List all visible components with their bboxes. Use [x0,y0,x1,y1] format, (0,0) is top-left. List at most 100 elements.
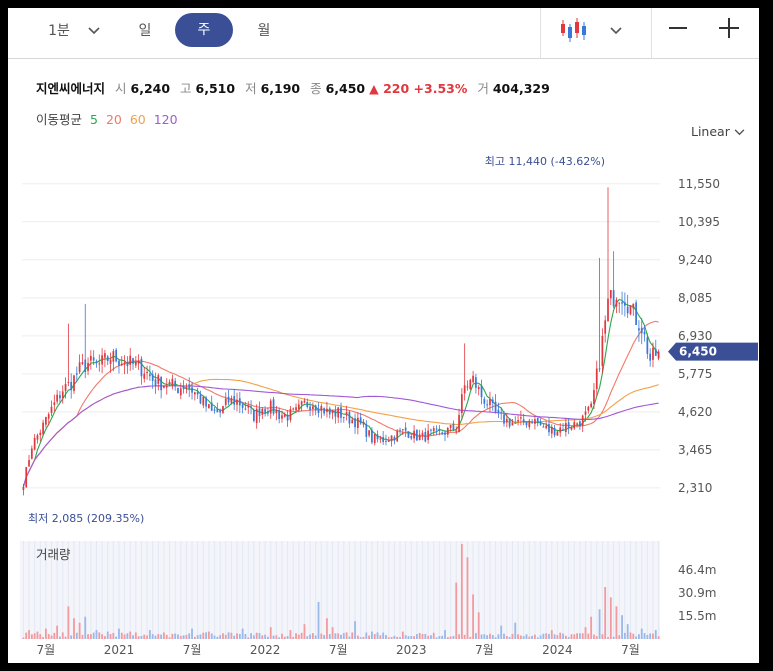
candle-body [427,430,429,440]
annotations: 최고 11,440 (-43.62%) 최저 2,085 (209.35%) [28,155,605,525]
volume-bar [623,632,626,639]
candle-body [283,414,286,417]
candle-body [528,420,531,428]
volume-bar [165,634,168,639]
volume-bar [238,633,241,639]
candle-body [289,409,292,421]
candle-body [303,400,306,403]
candle-body [438,428,441,431]
candle-body [112,351,115,362]
candle-body [587,406,590,411]
candle-body [654,348,657,356]
candle-body [584,411,587,415]
candle-body [87,362,89,371]
candle-body [491,399,494,403]
volume-bar [73,618,75,639]
candle-body [151,374,154,381]
volume-bar [269,627,272,639]
volume-bar [261,635,264,639]
candle-body [553,427,556,436]
volume-bar [230,632,233,639]
volume-bar [205,632,207,639]
volume-bar [340,634,342,639]
volume-bar [109,633,112,639]
candle-body [458,414,460,433]
volume-bar [491,635,494,639]
volume-bar [407,636,410,639]
volume-bar [536,637,539,639]
candle-body [89,355,92,361]
candle-body [182,386,185,390]
candle-body [362,422,365,425]
volume-bar [348,636,351,639]
volume-bar [87,634,89,639]
candle-body [359,417,362,424]
candle-body [30,448,33,459]
candle-body [208,404,210,409]
volume-bar [210,633,213,639]
volume-bar [573,634,576,639]
candle-body [64,383,67,391]
volume-bar [390,637,393,639]
volume-bar [250,633,252,639]
candle-body [522,419,525,423]
candle-body [188,384,191,389]
volume-bar [300,632,303,639]
volume-bar [98,632,101,639]
candle-body [238,398,241,406]
volume-bar [320,633,323,639]
volume-bar [553,634,556,639]
candle-body [480,385,483,398]
time-tick-label: 7월 [37,643,56,657]
moving-averages [22,298,660,488]
candle-body [657,351,660,359]
price-tick-label: 3,465 [678,443,712,457]
volume-bar [36,631,39,639]
candle-body [593,389,595,404]
candle-body [269,400,272,414]
volume-bar [424,633,427,639]
candle-body [278,409,281,419]
candle-body [334,410,337,417]
volume-bar [208,631,210,639]
candle-body [390,435,393,442]
volume-bar [519,635,522,639]
candle-body [469,379,472,390]
candle-body [539,422,542,425]
candle-body [638,328,640,331]
time-tick-label: 7월 [621,643,640,657]
candle-body [56,394,59,402]
candle-body [275,410,278,414]
candle-body [396,430,399,442]
candle-body [407,432,410,438]
volume-bar [455,582,458,639]
volume-bar [635,636,638,639]
candle-body [559,427,562,433]
candle-body [368,430,370,436]
volume-bar [67,606,70,639]
price-axis: 11,550 10,395 9,240 8,085 6,930 5,775 4,620 3,4… [678,177,720,495]
chart-window: 1분 일 주 월 지엔씨에너지 시 6,240 고 6,510 저 6,190 … [8,8,759,663]
candle-body [567,422,570,428]
candle-body [550,427,553,434]
candle-body [497,409,500,413]
candle-body [354,418,356,428]
time-tick-label: 2022 [250,643,281,657]
candle-body [441,432,444,434]
volume-bar [163,632,165,639]
candle-body [615,299,618,307]
volume-bar [556,635,559,639]
chart-canvas[interactable]: 11,550 10,395 9,240 8,085 6,930 5,775 4,620 3,4… [8,8,759,663]
volume-bar [654,630,657,639]
candle-body [505,418,508,423]
volume-bar [503,633,505,639]
candle-body [337,407,340,418]
candle-body [255,408,258,424]
volume-bar [418,632,421,639]
volume-bar [342,633,345,639]
volume-bar [649,633,652,639]
volume-bar [567,637,570,639]
candle-body [399,429,401,431]
volume-bar [550,630,553,639]
volume-bar [213,635,216,639]
